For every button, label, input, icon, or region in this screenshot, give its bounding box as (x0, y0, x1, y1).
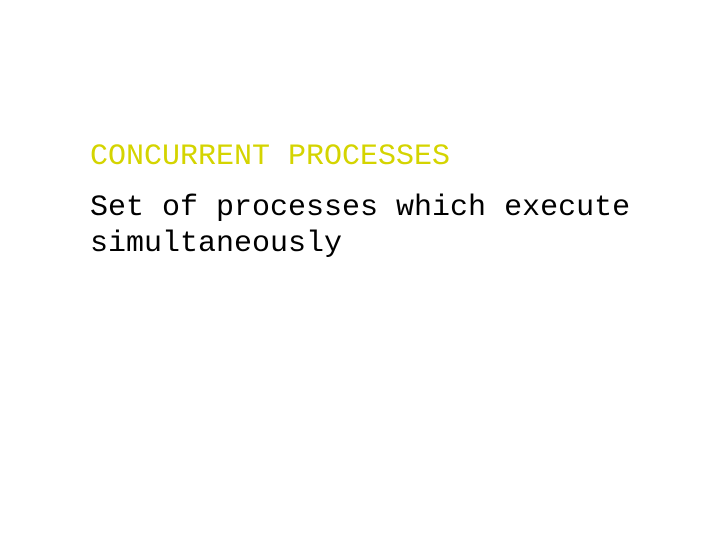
slide-content: CONCURRENT PROCESSES Set of processes wh… (90, 140, 650, 262)
slide-body: Set of processes which execute simultane… (90, 190, 650, 262)
slide-title: CONCURRENT PROCESSES (90, 140, 650, 174)
